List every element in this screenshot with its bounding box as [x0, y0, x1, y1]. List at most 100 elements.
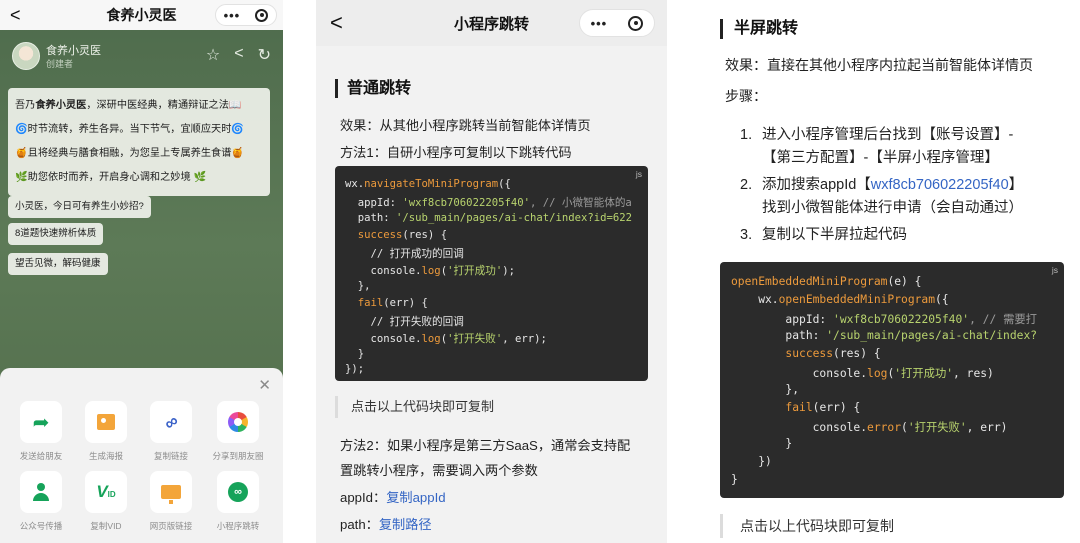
step-item: 1. 进入小程序管理后台找到【账号设置】-: [740, 127, 1014, 143]
code-line: fail(err) {: [357, 297, 428, 309]
page-title: 小程序跳转: [453, 15, 529, 33]
intro-line: 吾乃食养小灵医，深研中医经典，精通辩证之法📖: [15, 100, 242, 111]
moments-icon: [217, 401, 259, 443]
agent-header: 食养小灵医 创建者 ☆ < ↻: [12, 40, 271, 74]
code-line: appId: 'wxf8cb706022205f40', // 小微智能体的a: [345, 197, 632, 209]
code-line: console.log('打开成功');: [345, 265, 515, 277]
code-lang-label: js: [635, 169, 642, 179]
suggestion-chip[interactable]: 小灵医，今日可有养生小妙招?: [8, 196, 151, 218]
intro-line: 🍯且将经典与膳食相融，为您呈上专属养生食谱🍯: [15, 148, 245, 159]
share-copy-vid[interactable]: VID 复制VID: [75, 471, 137, 532]
section-heading: 半屏跳转: [720, 19, 798, 39]
miniprogram-icon: ∞: [217, 471, 259, 513]
code-block[interactable]: js wx.navigateToMiniProgram({ appId: 'wx…: [335, 166, 648, 381]
code-line: // 打开失败的回调: [345, 316, 464, 328]
code-line: }): [731, 455, 772, 468]
agent-chat-panel: < 食养小灵医 ••• 食养小灵医 创建者 ☆ < ↻ 吾乃食养小灵医，深研中医…: [0, 0, 283, 543]
copy-tip: 点击以上代码块即可复制: [335, 396, 494, 418]
more-icon[interactable]: •••: [224, 8, 241, 23]
suggestion-chip[interactable]: 望舌见微，解码健康: [8, 253, 108, 275]
official-account-icon: [20, 471, 62, 513]
share-arrow-icon: ➦: [20, 401, 62, 443]
agent-name: 食养小灵医: [46, 45, 101, 57]
header-actions: ☆ < ↻: [206, 45, 271, 65]
close-icon[interactable]: ✕: [258, 376, 271, 394]
more-icon[interactable]: •••: [591, 16, 608, 31]
copy-tip: 点击以上代码块即可复制: [720, 514, 894, 538]
creator-label: 创建者: [46, 59, 74, 69]
share-icon[interactable]: <: [234, 45, 243, 65]
code-line: console.log('打开失败', err);: [345, 333, 547, 345]
code-line: }: [731, 437, 793, 450]
back-icon[interactable]: <: [10, 5, 21, 26]
capsule-menu[interactable]: •••: [215, 4, 277, 26]
share-official-account[interactable]: 公众号传播: [10, 471, 72, 532]
back-icon[interactable]: <: [330, 10, 343, 36]
code-line: }: [345, 348, 365, 360]
star-icon[interactable]: ☆: [206, 45, 220, 65]
code-line: wx.navigateToMiniProgram({: [345, 178, 511, 190]
poster-icon: [85, 401, 127, 443]
share-label: 复制VID: [90, 521, 122, 531]
nav-bar: < 小程序跳转 •••: [316, 0, 667, 46]
appid-link[interactable]: wxf8cb706022205f40: [871, 177, 1009, 193]
code-line: path: '/sub_main/pages/ai-chat/index?: [731, 329, 1038, 342]
copy-appid-link[interactable]: 复制appId: [386, 490, 445, 505]
share-label: 分享到朋友圈: [212, 451, 264, 461]
appid-row: appId：复制appId: [340, 490, 446, 505]
code-line: success(res) {: [785, 347, 881, 360]
share-poster[interactable]: 生成海报: [75, 401, 137, 462]
close-miniprogram-icon[interactable]: [255, 8, 269, 22]
step-item-cont: 【第三方配置】-【半屏小程序管理】: [762, 150, 999, 166]
code-line: },: [731, 383, 800, 396]
method2-text: 置跳转小程序，需要调入两个参数: [340, 463, 538, 478]
code-block[interactable]: js openEmbeddedMiniProgram(e) { wx.openE…: [720, 262, 1064, 498]
half-screen-jump-panel: 半屏跳转 效果：直接在其他小程序内拉起当前智能体详情页 步骤： 1. 进入小程序管…: [700, 0, 1080, 543]
effect-text: 效果：直接在其他小程序内拉起当前智能体详情页: [725, 57, 1033, 73]
avatar[interactable]: [12, 42, 40, 70]
page-title: 食养小灵医: [106, 7, 177, 23]
refresh-icon[interactable]: ↻: [258, 45, 271, 65]
section-heading: 普通跳转: [335, 79, 411, 98]
code-line: wx.openEmbeddedMiniProgram({: [731, 293, 949, 306]
step-item: 2. 添加搜索appId【wxf8cb706022205f40】: [740, 177, 1024, 193]
step-item-cont: 找到小微智能体进行申请（会自动通过）: [762, 200, 1023, 216]
share-sheet: ✕ ➦ 发送给朋友 生成海报 ∞ 复制链接 分享到朋友圈 公众号传播 VID 复…: [0, 368, 283, 543]
share-copy-link[interactable]: ∞ 复制链接: [140, 401, 202, 462]
share-label: 网页版链接: [149, 521, 193, 531]
share-send-friend[interactable]: ➦ 发送给朋友: [10, 401, 72, 462]
step-item: 3. 复制以下半屏拉起代码: [740, 227, 907, 243]
intro-line: 🌿助您依时而养，开启身心调和之妙境 🌿: [15, 172, 207, 183]
method2-text: 方法2：如果小程序是第三方SaaS，通常会支持配: [340, 438, 631, 453]
code-line: });: [345, 363, 365, 375]
web-link-icon: [150, 471, 192, 513]
miniprogram-jump-panel: < 小程序跳转 ••• 普通跳转 效果：从其他小程序跳转当前智能体详情页 方法1…: [316, 0, 667, 543]
share-label: 公众号传播: [19, 521, 63, 531]
code-line: path: '/sub_main/pages/ai-chat/index?id=…: [345, 212, 633, 224]
copy-path-link[interactable]: 复制路径: [379, 517, 432, 532]
share-web-link[interactable]: 网页版链接: [140, 471, 202, 532]
share-moments[interactable]: 分享到朋友圈: [207, 401, 269, 462]
code-line: openEmbeddedMiniProgram(e) {: [731, 275, 922, 288]
path-row: path：复制路径: [340, 517, 432, 532]
capsule-menu[interactable]: •••: [579, 9, 655, 37]
share-label: 小程序跳转: [216, 521, 260, 531]
code-line: // 打开成功的回调: [345, 248, 464, 260]
share-label: 生成海报: [88, 451, 123, 461]
effect-text: 效果：从其他小程序跳转当前智能体详情页: [340, 118, 591, 133]
intro-message: 吾乃食养小灵医，深研中医经典，精通辩证之法📖 🌀时节流转，养生各异。当下节气，宜…: [8, 88, 270, 196]
suggestion-chip[interactable]: 8道题快速辨析体质: [8, 223, 104, 245]
code-lang-label: js: [1051, 265, 1058, 275]
close-miniprogram-icon[interactable]: [628, 15, 644, 31]
share-label: 复制链接: [153, 451, 188, 461]
intro-line: 🌀时节流转，养生各异。当下节气，宜顺应天时🌀: [15, 124, 245, 135]
steps-label: 步骤：: [725, 88, 767, 104]
share-miniprogram-jump[interactable]: ∞ 小程序跳转: [207, 471, 269, 532]
code-line: }: [731, 473, 738, 486]
code-line: appId: 'wxf8cb706022205f40', // 需要打: [731, 313, 1037, 326]
nav-bar: < 食养小灵医 •••: [0, 0, 283, 30]
code-line: fail(err) {: [785, 401, 861, 414]
code-line: },: [345, 280, 371, 292]
share-label: 发送给朋友: [19, 451, 63, 461]
code-line: console.log('打开成功', res): [731, 367, 994, 380]
